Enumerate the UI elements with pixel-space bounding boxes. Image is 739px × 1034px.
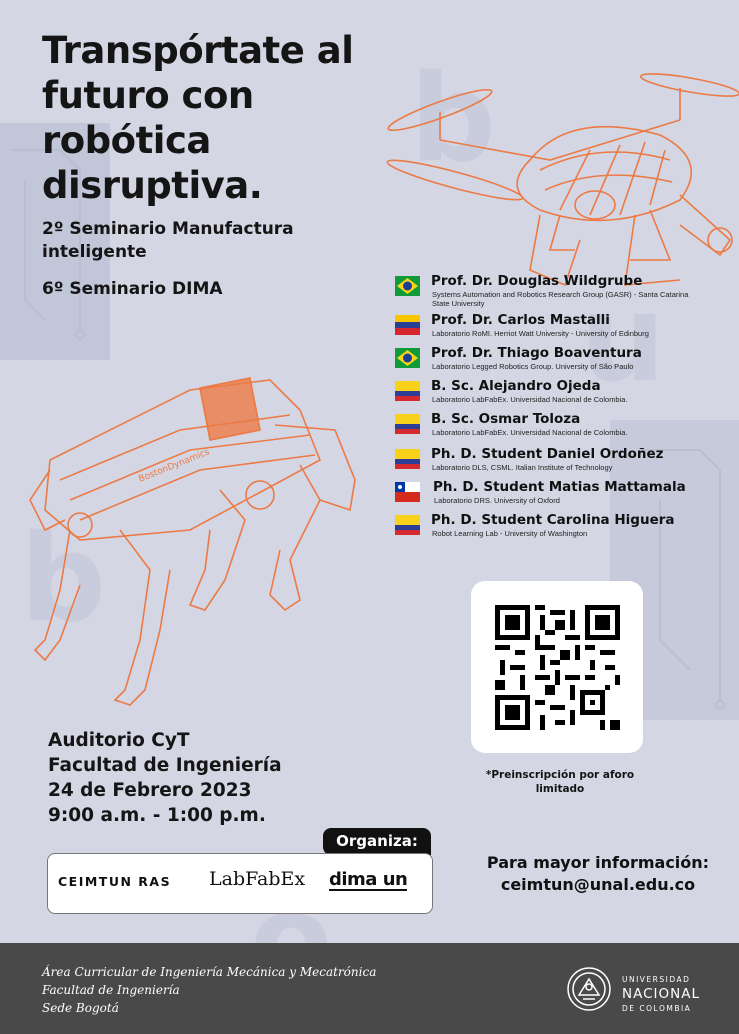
speaker-affiliation: Laboratorio LabFabEx. Universidad Nacion… bbox=[432, 395, 628, 404]
speaker-item: Ph. D. Student Matias Mattamala Laborato… bbox=[395, 479, 725, 512]
brazil-flag-icon bbox=[395, 276, 420, 296]
speakers-list: Prof. Dr. Douglas Wildgrube Systems Auto… bbox=[395, 273, 725, 545]
speaker-affiliation: Robot Learning Lab - University of Washi… bbox=[432, 529, 588, 538]
dima-logo: dima un bbox=[329, 869, 408, 891]
speaker-affiliation: Laboratorio RoMI. Herriot Watt Universit… bbox=[432, 329, 649, 338]
speaker-item: Prof. Dr. Carlos Mastalli Laboratorio Ro… bbox=[395, 312, 725, 345]
footer-line: Sede Bogotá bbox=[42, 1001, 119, 1015]
speaker-name: Ph. D. Student Matias Mattamala bbox=[433, 479, 686, 495]
speaker-item: B. Sc. Osmar Toloza Laboratorio LabFabEx… bbox=[395, 411, 725, 444]
qr-code-card[interactable] bbox=[471, 581, 643, 753]
brazil-flag-icon bbox=[395, 348, 420, 368]
qr-code-icon bbox=[495, 605, 620, 730]
preregistration-note: *Preinscripción por aforo limitado bbox=[485, 769, 635, 795]
footer-text: Área Curricular de Ingeniería Mecánica y… bbox=[42, 963, 376, 1017]
drone-illustration bbox=[386, 73, 739, 287]
colombia-flag-icon bbox=[395, 381, 420, 401]
speaker-name: Ph. D. Student Daniel Ordoñez bbox=[431, 446, 664, 462]
contact-heading: Para mayor información: bbox=[486, 853, 710, 872]
venue-info: Auditorio CyT Facultad de Ingeniería 24 … bbox=[48, 728, 282, 828]
organiza-label: Organiza: bbox=[323, 828, 431, 855]
svg-text:BostonDynamics: BostonDynamics bbox=[137, 447, 211, 485]
speaker-item: Ph. D. Student Carolina Higuera Robot Le… bbox=[395, 512, 725, 545]
speaker-affiliation: Laboratorio Legged Robotics Group. Unive… bbox=[432, 362, 634, 371]
university-logo: UNIVERSIDAD NACIONAL DE COLOMBIA bbox=[565, 959, 715, 1019]
labfabex-logo: LabFabEx bbox=[209, 868, 306, 890]
speaker-item: Ph. D. Student Daniel Ordoñez Laboratori… bbox=[395, 446, 725, 479]
speaker-item: B. Sc. Alejandro Ojeda Laboratorio LabFa… bbox=[395, 378, 725, 411]
event-date: 24 de Febrero 2023 bbox=[48, 780, 252, 801]
footer: Área Curricular de Ingeniería Mecánica y… bbox=[0, 943, 739, 1034]
poster: b u b o BostonDynamics Transpórtate al f… bbox=[0, 0, 739, 1034]
ceimtun-logo: CEIMTUN RAS bbox=[58, 874, 172, 889]
university-label: NACIONAL bbox=[622, 986, 700, 1002]
university-seal-icon bbox=[567, 967, 611, 1011]
speaker-name: Prof. Dr. Carlos Mastalli bbox=[431, 312, 610, 328]
contact-info: Para mayor información: ceimtun@unal.edu… bbox=[470, 852, 726, 896]
venue-line: Auditorio CyT bbox=[48, 730, 190, 751]
organizers-logos: CEIMTUN RAS LabFabEx dima un bbox=[47, 853, 433, 914]
speaker-affiliation: Laboratorio DRS. University of Oxford bbox=[434, 496, 560, 505]
venezuela-flag-icon bbox=[395, 315, 420, 335]
colombia-flag-icon bbox=[395, 449, 420, 469]
footer-line: Facultad de Ingeniería bbox=[42, 983, 180, 997]
university-label: DE COLOMBIA bbox=[622, 1004, 692, 1013]
speaker-name: B. Sc. Alejandro Ojeda bbox=[431, 378, 601, 394]
chile-flag-icon bbox=[395, 482, 420, 502]
speaker-name: B. Sc. Osmar Toloza bbox=[431, 411, 581, 427]
colombia-flag-icon bbox=[395, 515, 420, 535]
speaker-name: Prof. Dr. Thiago Boaventura bbox=[431, 345, 642, 361]
seminar-title-1: 2º Seminario Manufactura inteligente bbox=[42, 219, 294, 262]
colombia-flag-icon bbox=[395, 414, 420, 434]
university-name: UNIVERSIDAD NACIONAL DE COLOMBIA bbox=[622, 974, 700, 1015]
speaker-item: Prof. Dr. Thiago Boaventura Laboratorio … bbox=[395, 345, 725, 378]
robot-dog-illustration: BostonDynamics bbox=[29, 377, 356, 706]
speaker-name: Ph. D. Student Carolina Higuera bbox=[431, 512, 675, 528]
speaker-affiliation: Laboratorio LabFabEx. Universidad Nacion… bbox=[432, 428, 628, 437]
speaker-item: Prof. Dr. Douglas Wildgrube Systems Auto… bbox=[395, 273, 725, 308]
venue-line: Facultad de Ingeniería bbox=[48, 755, 282, 776]
speaker-name: Prof. Dr. Douglas Wildgrube bbox=[431, 273, 643, 289]
contact-email[interactable]: ceimtun@unal.edu.co bbox=[470, 874, 726, 896]
seminar-title-2: 6º Seminario DIMA bbox=[42, 279, 223, 299]
event-time: 9:00 a.m. - 1:00 p.m. bbox=[48, 805, 266, 826]
footer-line: Área Curricular de Ingeniería Mecánica y… bbox=[42, 965, 377, 979]
poster-title: Transpórtate al futuro con robótica disr… bbox=[42, 29, 354, 207]
university-label: UNIVERSIDAD bbox=[622, 975, 691, 984]
speaker-affiliation: Systems Automation and Robotics Research… bbox=[432, 290, 689, 308]
speaker-affiliation: Laboratorio DLS, CSML. Italian Institute… bbox=[432, 463, 613, 472]
